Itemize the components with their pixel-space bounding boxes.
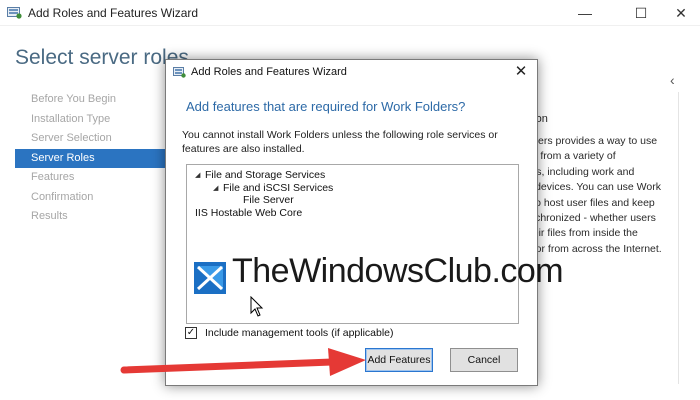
description-line: olders provides a way to use [524,135,658,147]
nav-item-server-selection[interactable]: Server Selection [15,129,165,149]
expand-arrow-icon[interactable]: ◢ [195,171,205,179]
tree-node[interactable]: IIS Hostable Web Core [195,207,302,219]
close-window-button[interactable]: ✕ [658,0,700,26]
add-features-dialog: Add Roles and Features Wizard ✕ Add feat… [165,59,538,386]
outer-title-bar: Add Roles and Features Wizard — ☐ ✕ [0,0,700,26]
tree-node-label: File Server [243,194,294,206]
red-arrow-annotation [120,348,366,376]
dialog-title-bar: Add Roles and Features Wizard ✕ [166,60,537,84]
description-line: their files from inside the [524,227,638,240]
expand-arrow-icon[interactable]: ◢ [213,184,223,192]
nav-item-server-roles[interactable]: Server Roles [15,148,165,168]
description-heading: ption [524,112,700,128]
dialog-heading: Add features that are required for Work … [186,99,466,114]
description-line: ynchronized - whether users [524,211,656,224]
add-features-button[interactable]: Add Features [365,348,433,372]
nav-item-before-you-begin[interactable]: Before You Begin [15,90,165,110]
chevron-left-icon[interactable]: ‹ [670,72,675,88]
page-title: Select server roles [15,46,189,69]
wizard-nav: Before You Begin Installation Type Server … [15,90,165,227]
description-line: ters, including work and [524,165,635,178]
minimize-button[interactable]: — [562,0,608,26]
nav-item-installation-type[interactable]: Installation Type [15,110,165,130]
include-tools-label[interactable]: Include management tools (if applicable) [205,327,394,339]
tree-node[interactable]: ◢ File and Storage Services [195,169,325,181]
description-line: s to host user files and keep [524,196,655,209]
dialog-title: Add Roles and Features Wizard [191,66,347,78]
tree-node-label: File and iSCSI Services [223,181,334,194]
windows-club-logo [194,262,226,294]
server-manager-icon [7,7,22,19]
nav-item-confirmation[interactable]: Confirmation [15,188,165,208]
include-tools-checkbox[interactable]: ✓ [185,327,197,339]
watermark-text: TheWindowsClub.com [232,252,564,290]
close-icon[interactable]: ✕ [511,62,531,82]
tree-node[interactable]: ◢ File and iSCSI Services [213,182,333,194]
role-description-pane: ption olders provides a way to use les fr… [524,112,700,257]
cancel-button[interactable]: Cancel [450,348,518,372]
tree-node-label: File and Storage Services [205,169,326,181]
dialog-message: You cannot install Work Folders unless t… [182,129,498,155]
description-line: al devices. You can use Work [524,181,661,194]
nav-item-features[interactable]: Features [15,168,165,188]
nav-item-results[interactable]: Results [15,207,165,227]
server-manager-icon [173,67,186,78]
mouse-cursor-icon [250,296,264,317]
description-text: olders provides a way to use les from a v… [524,134,700,257]
outer-window-title: Add Roles and Features Wizard [28,6,199,20]
description-line: les from a variety of [524,150,616,163]
required-features-tree[interactable]: ◢ File and Storage Services ◢ File and iSCS… [186,164,519,324]
tree-node-label: IIS Hostable Web Core [195,206,303,219]
pane-divider [678,92,679,384]
tree-node[interactable]: File Server [243,194,294,206]
